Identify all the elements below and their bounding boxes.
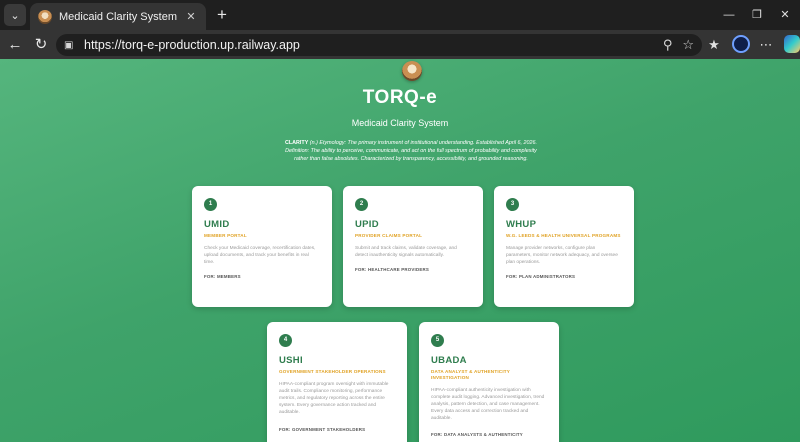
tab-title: Medicaid Clarity System xyxy=(59,10,177,23)
portal-card-whup[interactable]: 3 WHUP W.G. LEEDS & HEALTH UNIVERSAL PRO… xyxy=(494,186,634,307)
card-description: Manage provider networks, configure plan… xyxy=(506,246,618,265)
card-title: UMID xyxy=(204,219,230,230)
profile-avatar-icon[interactable] xyxy=(732,35,750,53)
card-description: HIPAA-compliant authenticity investigati… xyxy=(431,388,545,421)
card-title: WHUP xyxy=(506,219,537,230)
reload-icon[interactable]: ↻ xyxy=(31,35,51,55)
url-text[interactable]: https://torq-e-production.up.railway.app xyxy=(84,38,653,52)
card-number-badge: 3 xyxy=(506,198,519,211)
favorites-list-icon[interactable]: ★ xyxy=(705,36,723,54)
site-info-icon[interactable]: ▣ xyxy=(64,40,78,51)
copilot-icon[interactable] xyxy=(784,35,800,53)
brand-subtitle: Medicaid Clarity System xyxy=(351,118,449,128)
card-title: USHI xyxy=(279,355,303,366)
card-audience: FOR: HEALTHCARE PROVIDERS xyxy=(355,267,429,272)
card-description: Submit and track claims, validate covera… xyxy=(355,246,457,258)
definition-text: (n.) Etymology: The primary instrument o… xyxy=(285,140,538,162)
new-tab-icon[interactable]: + xyxy=(212,5,232,25)
tab-list-icon[interactable]: ⌄ xyxy=(4,4,26,26)
portal-card-upid[interactable]: 2 UPID PROVIDER CLAIMS PORTAL Submit and… xyxy=(343,186,483,307)
portal-card-umid[interactable]: 1 UMID MEMBER PORTAL Check your Medicaid… xyxy=(192,186,332,307)
card-number-badge: 4 xyxy=(279,334,292,347)
card-description: Check your Medicaid coverage, recertific… xyxy=(204,246,316,265)
definition-term: CLARITY xyxy=(284,140,309,146)
address-bar[interactable]: ▣ https://torq-e-production.up.railway.a… xyxy=(56,34,702,56)
portal-card-ushi[interactable]: 4 USHI GOVERNMENT STAKEHOLDER OPERATIONS… xyxy=(267,322,407,442)
close-window-icon[interactable]: ✕ xyxy=(774,6,796,24)
card-audience: FOR: DATA ANALYSTS & AUTHENTICITY xyxy=(431,432,523,437)
card-subtitle: W.G. LEEDS & HEALTH UNIVERSAL PROGRAMS xyxy=(506,233,621,238)
browser-toolbar: ← ↻ ▣ https://torq-e-production.up.railw… xyxy=(0,30,800,59)
portal-card-ubada[interactable]: 5 UBADA DATA ANALYST & AUTHENTICITY INVE… xyxy=(419,322,559,442)
card-number-badge: 1 xyxy=(204,198,217,211)
card-number-badge: 2 xyxy=(355,198,368,211)
tab-close-icon[interactable]: ✕ xyxy=(184,10,198,23)
minimize-icon[interactable]: — xyxy=(718,6,740,24)
browser-tab[interactable]: Medicaid Clarity System ✕ xyxy=(30,3,206,30)
restore-icon[interactable]: ❐ xyxy=(746,6,768,24)
card-audience: FOR: PLAN ADMINISTRATORS xyxy=(506,274,576,279)
brand-title: TORQ-e xyxy=(362,87,438,108)
card-subtitle: DATA ANALYST & AUTHENTICITY INVESTIGATIO… xyxy=(431,369,510,380)
back-arrow-icon[interactable]: ← xyxy=(5,35,25,55)
card-audience: FOR: MEMBERS xyxy=(204,274,241,279)
card-subtitle: GOVERNMENT STAKEHOLDER OPERATIONS xyxy=(279,369,386,374)
card-audience: FOR: GOVERNMENT STAKEHOLDERS xyxy=(279,427,366,432)
browser-tab-bar: ⌄ Medicaid Clarity System ✕ + — ❐ ✕ xyxy=(0,0,800,30)
page-content: TORQ-e Medicaid Clarity System CLARITY (… xyxy=(0,59,800,442)
card-subtitle: PROVIDER CLAIMS PORTAL xyxy=(355,233,423,238)
favorite-star-icon[interactable]: ☆ xyxy=(682,37,694,53)
card-number-badge: 5 xyxy=(431,334,444,347)
card-description: HIPAA-compliant program oversight with i… xyxy=(279,382,389,415)
site-favicon-icon xyxy=(38,9,52,24)
brand-logo-icon xyxy=(402,61,422,81)
card-subtitle: MEMBER PORTAL xyxy=(204,233,247,238)
clarity-definition: CLARITY (n.) Etymology: The primary inst… xyxy=(280,139,542,163)
zoom-search-icon[interactable]: ⚲ xyxy=(663,37,673,53)
more-menu-icon[interactable]: ⋯ xyxy=(757,36,775,54)
card-title: UPID xyxy=(355,219,379,230)
card-title: UBADA xyxy=(431,355,467,366)
